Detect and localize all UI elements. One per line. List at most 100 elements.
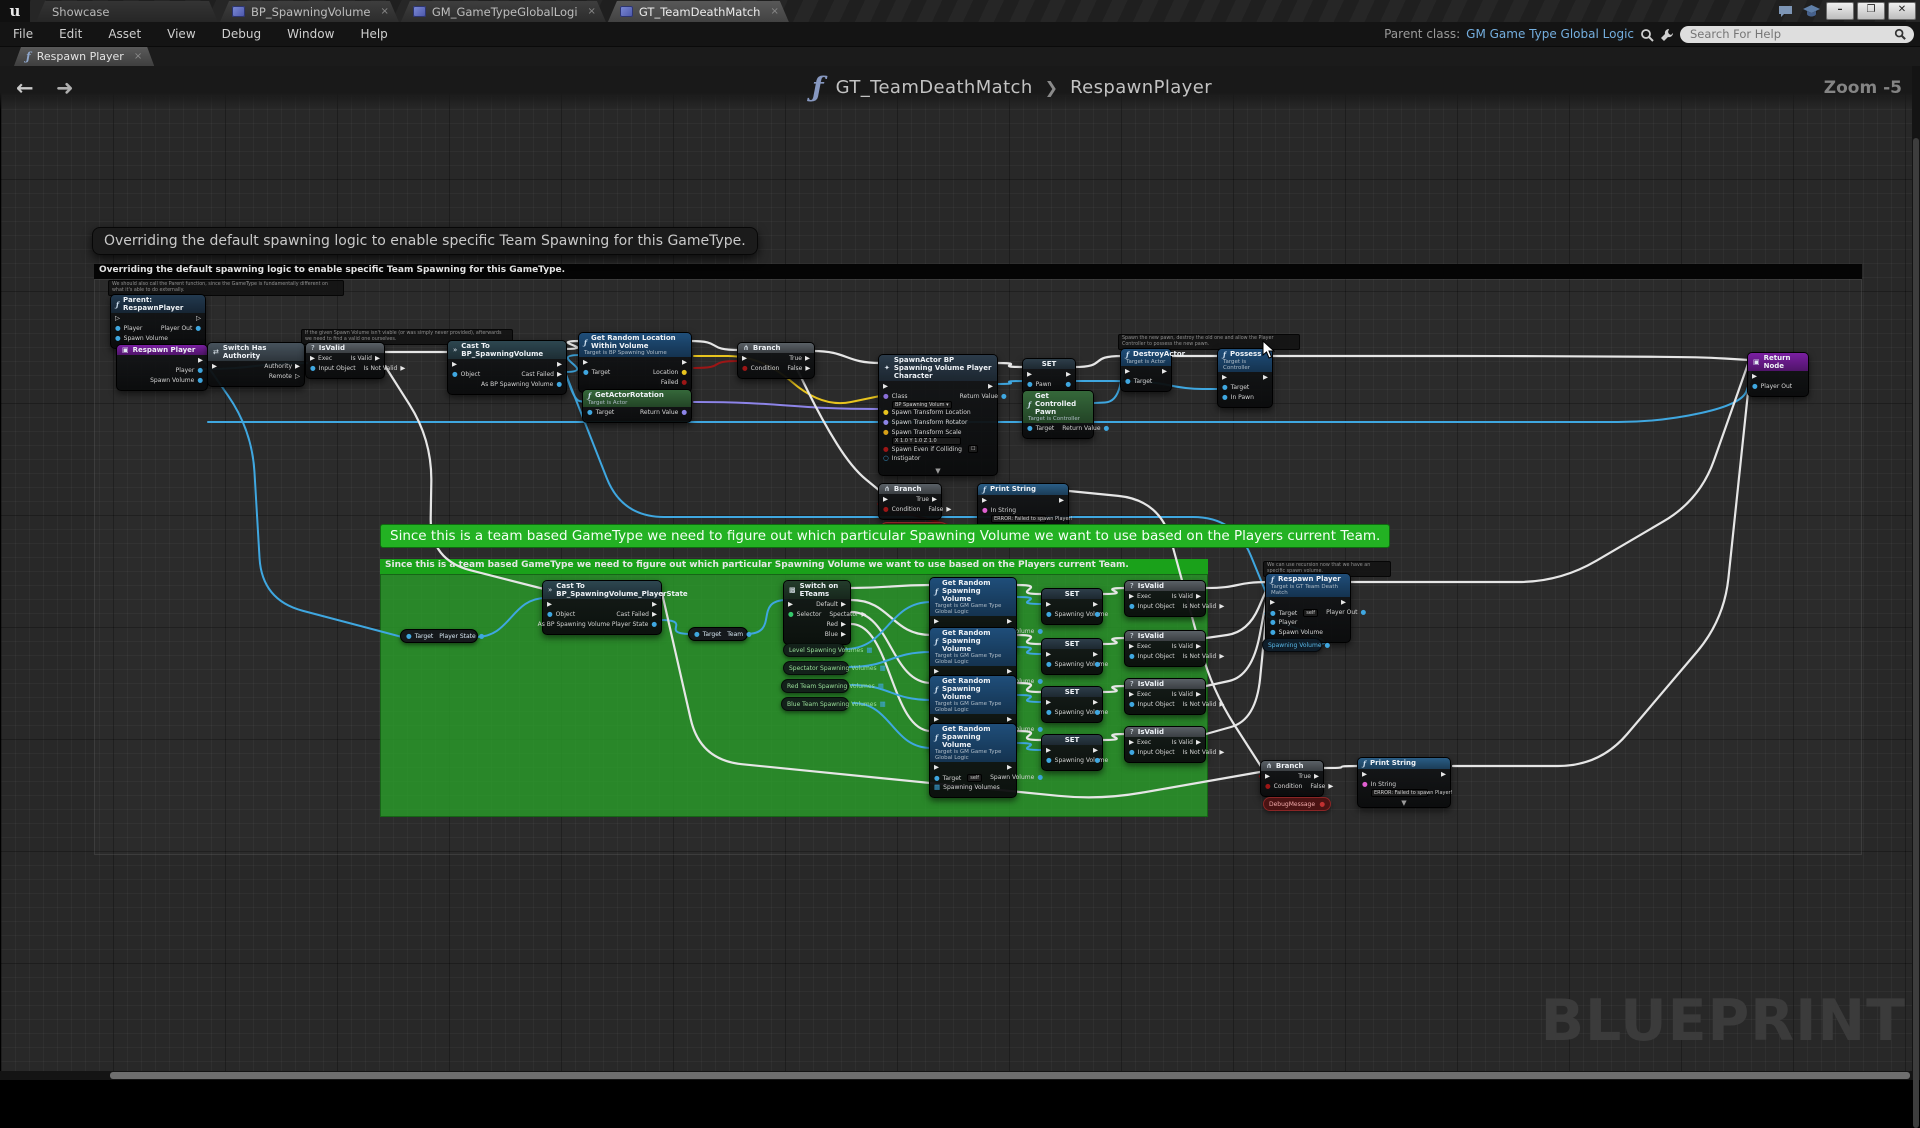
target-pin[interactable]: ●Target: [1125, 378, 1152, 385]
return-value-pin[interactable]: ●Return Value: [1062, 425, 1109, 432]
exec-pin[interactable]: ▶: [1341, 599, 1346, 606]
array-pin-icon[interactable]: ▦: [878, 683, 884, 690]
edit-parent-wrench-icon[interactable]: [1660, 27, 1674, 41]
node-header[interactable]: SET: [1042, 735, 1102, 745]
red-pin[interactable]: ▶Red: [827, 621, 846, 628]
pill-get-player-state[interactable]: ●TargetPlayer State●: [400, 629, 478, 643]
comment-header-2[interactable]: Since this is a team based GameType we n…: [380, 559, 1208, 574]
menu-help[interactable]: Help: [347, 27, 400, 41]
tab-close-icon[interactable]: ×: [380, 6, 388, 17]
node-header[interactable]: »Cast To BP_SpawningVolume_PlayerState: [543, 581, 661, 599]
node-get-actor-rotation[interactable]: ƒGetActorRotationTarget is Actor●Target●…: [582, 389, 692, 423]
true-pin[interactable]: ▶True: [1298, 773, 1319, 780]
true-pin[interactable]: ▶True: [916, 496, 937, 503]
node-header[interactable]: ✦SpawnActor BP Spawning Volume Player Ch…: [879, 355, 997, 381]
false-pin[interactable]: ▶False: [787, 365, 810, 372]
node-header[interactable]: ƒParent: RespawnPlayer: [111, 295, 205, 313]
node-get-controlled-pawn[interactable]: ƒGet Controlled PawnTarget is Controller…: [1022, 390, 1094, 439]
exec-pin[interactable]: ▶: [934, 668, 939, 675]
menu-view[interactable]: View: [154, 27, 208, 41]
is-not-valid-pin[interactable]: ▶Is Not Valid: [1183, 749, 1225, 756]
return-value-pin[interactable]: ●Return Value: [640, 409, 687, 416]
menu-edit[interactable]: Edit: [46, 27, 95, 41]
node-is-valid-1[interactable]: ?IsValid▶Exec▶Is Valid●Input Object▶Is N…: [305, 342, 385, 379]
object-pin[interactable]: ●Object: [452, 371, 480, 378]
spectator-pin[interactable]: ▶Spectator: [829, 611, 866, 618]
horizontal-scrollbar[interactable]: [0, 1071, 1920, 1080]
node-header[interactable]: ?IsValid: [1125, 679, 1205, 689]
node-header[interactable]: ?IsValid: [1125, 727, 1205, 737]
array-pin-icon[interactable]: ▦: [880, 665, 886, 672]
pawn-pin[interactable]: ●Pawn: [1027, 381, 1051, 388]
exec-pin[interactable]: ▶: [988, 383, 993, 390]
input-object-pin[interactable]: ●Input Object: [310, 365, 356, 372]
player-out-pin[interactable]: ●Player Out: [1752, 383, 1792, 390]
target-pin[interactable]: ●Targetself: [1270, 609, 1318, 617]
selector-pin[interactable]: ●Selector: [788, 611, 821, 618]
location-pin[interactable]: ●Location: [653, 369, 687, 376]
spawn-volume-pin[interactable]: ●Spawn Volume: [1270, 629, 1323, 636]
spawn-volume-pin[interactable]: ●Spawn Volume: [150, 377, 203, 384]
exec-pin[interactable]: ▶: [1046, 601, 1051, 608]
spawn-transform-rotator-pin[interactable]: ●Spawn Transform Rotator: [883, 419, 967, 426]
failed-pin[interactable]: ●Failed: [661, 379, 687, 386]
exec-pin[interactable]: ▶: [1046, 699, 1051, 706]
exec-pin[interactable]: ▶: [883, 383, 888, 390]
node-header[interactable]: ƒGet Random Spawning VolumeTarget is GM …: [930, 578, 1016, 616]
data-pin-icon[interactable]: ●: [1319, 801, 1325, 808]
vertical-scrollbar-thumb[interactable]: [1913, 138, 1919, 1128]
node-header[interactable]: SET: [1042, 639, 1102, 649]
pill-get-team[interactable]: ●TargetTeam●: [688, 627, 748, 641]
target-pin[interactable]: ●Target: [583, 369, 610, 376]
node-header[interactable]: ⋔Branch: [879, 484, 941, 494]
node-header[interactable]: ƒGet Random Spawning VolumeTarget is GM …: [930, 628, 1016, 666]
spawning-volume-pin[interactable]: ●Spawning Volume: [1046, 709, 1087, 716]
is-valid-pin[interactable]: ▶Is Valid: [1172, 593, 1201, 600]
exec-pin[interactable]: ▶: [547, 601, 552, 608]
node-header[interactable]: ƒPrint String: [978, 484, 1068, 495]
exec-pin[interactable]: ▶: [652, 601, 657, 608]
default-pin[interactable]: ▶Default: [816, 601, 846, 608]
doc-tab-close-icon[interactable]: ×: [134, 51, 142, 62]
cast-failed-pin[interactable]: ▶Cast Failed: [616, 611, 657, 618]
node-get-random-location-within-volume[interactable]: ƒGet Random Location Within VolumeTarget…: [578, 332, 692, 393]
checkbox[interactable]: ☐: [968, 445, 978, 453]
pin-field[interactable]: ERROR: Failed to spawn Player!: [1371, 789, 1428, 797]
false-pin[interactable]: ▶False: [928, 506, 951, 513]
exec-pin[interactable]: ▶: [982, 497, 987, 504]
browse-to-parent-icon[interactable]: [1640, 27, 1654, 41]
asset-tab-gt-teamdeathmatch[interactable]: GT_TeamDeathMatch×: [608, 1, 789, 22]
node-branch-3[interactable]: ⋔Branch▶▶True●Condition▶False: [1260, 760, 1324, 797]
exec-pin[interactable]: ▶: [934, 618, 939, 625]
player-pin[interactable]: ●Player: [115, 325, 142, 332]
remote-pin[interactable]: ▷Remote: [269, 373, 300, 380]
menu-debug[interactable]: Debug: [209, 27, 274, 41]
array-pin-icon[interactable]: ▦: [866, 647, 872, 654]
exec-pin[interactable]: ▶: [682, 359, 687, 366]
exec-pin[interactable]: ▶: [1265, 773, 1270, 780]
is-valid-pin[interactable]: ▶Is Valid: [1172, 643, 1201, 650]
exec-pin[interactable]: ▶: [1066, 371, 1071, 378]
input-object-pin[interactable]: ●Input Object: [1129, 653, 1175, 660]
node-cast-to-bp-spawningvolume-playerstate[interactable]: »Cast To BP_SpawningVolume_PlayerState ▶ ▶…: [542, 580, 662, 635]
exec-pin[interactable]: ▶Exec: [1129, 739, 1151, 746]
target-pin[interactable]: ●Target: [1027, 425, 1054, 432]
exec-pin[interactable]: ▶: [1093, 699, 1098, 706]
exec-pin[interactable]: ▶Exec: [1129, 643, 1151, 650]
spawning-volumes-pin[interactable]: ▦Spawning Volumes: [934, 784, 995, 791]
exec-pin[interactable]: ▶: [557, 361, 562, 368]
exec-pin[interactable]: ▶: [742, 355, 747, 362]
node-header[interactable]: ƒGet Random Spawning VolumeTarget is GM …: [930, 676, 1016, 714]
is-not-valid-pin[interactable]: ▶Is Not Valid: [364, 365, 406, 372]
data-pin-icon[interactable]: ●: [479, 633, 485, 640]
spawn-volume-pin[interactable]: ●Spawn Volume: [990, 774, 1043, 781]
spawn-even-if-colliding-pin[interactable]: ●Spawn Even if Colliding☐: [883, 445, 969, 453]
pin-field[interactable]: ERROR: Failed to spawn Player!: [991, 515, 1046, 523]
node-set-spawning-volume-4[interactable]: SET▶▶●Spawning Volume●: [1041, 734, 1103, 771]
node-header[interactable]: ?IsValid: [1125, 581, 1205, 591]
node-header[interactable]: ƒPrint String: [1358, 758, 1450, 769]
node-header[interactable]: ƒGet Controlled PawnTarget is Controller: [1023, 391, 1093, 423]
spawn-transform-location-pin[interactable]: ●Spawn Transform Location: [883, 409, 969, 416]
node-is-valid-5[interactable]: ?IsValid▶Exec▶Is Valid●Input Object▶Is N…: [1124, 726, 1206, 763]
exec-pin[interactable]: ▶: [1007, 668, 1012, 675]
